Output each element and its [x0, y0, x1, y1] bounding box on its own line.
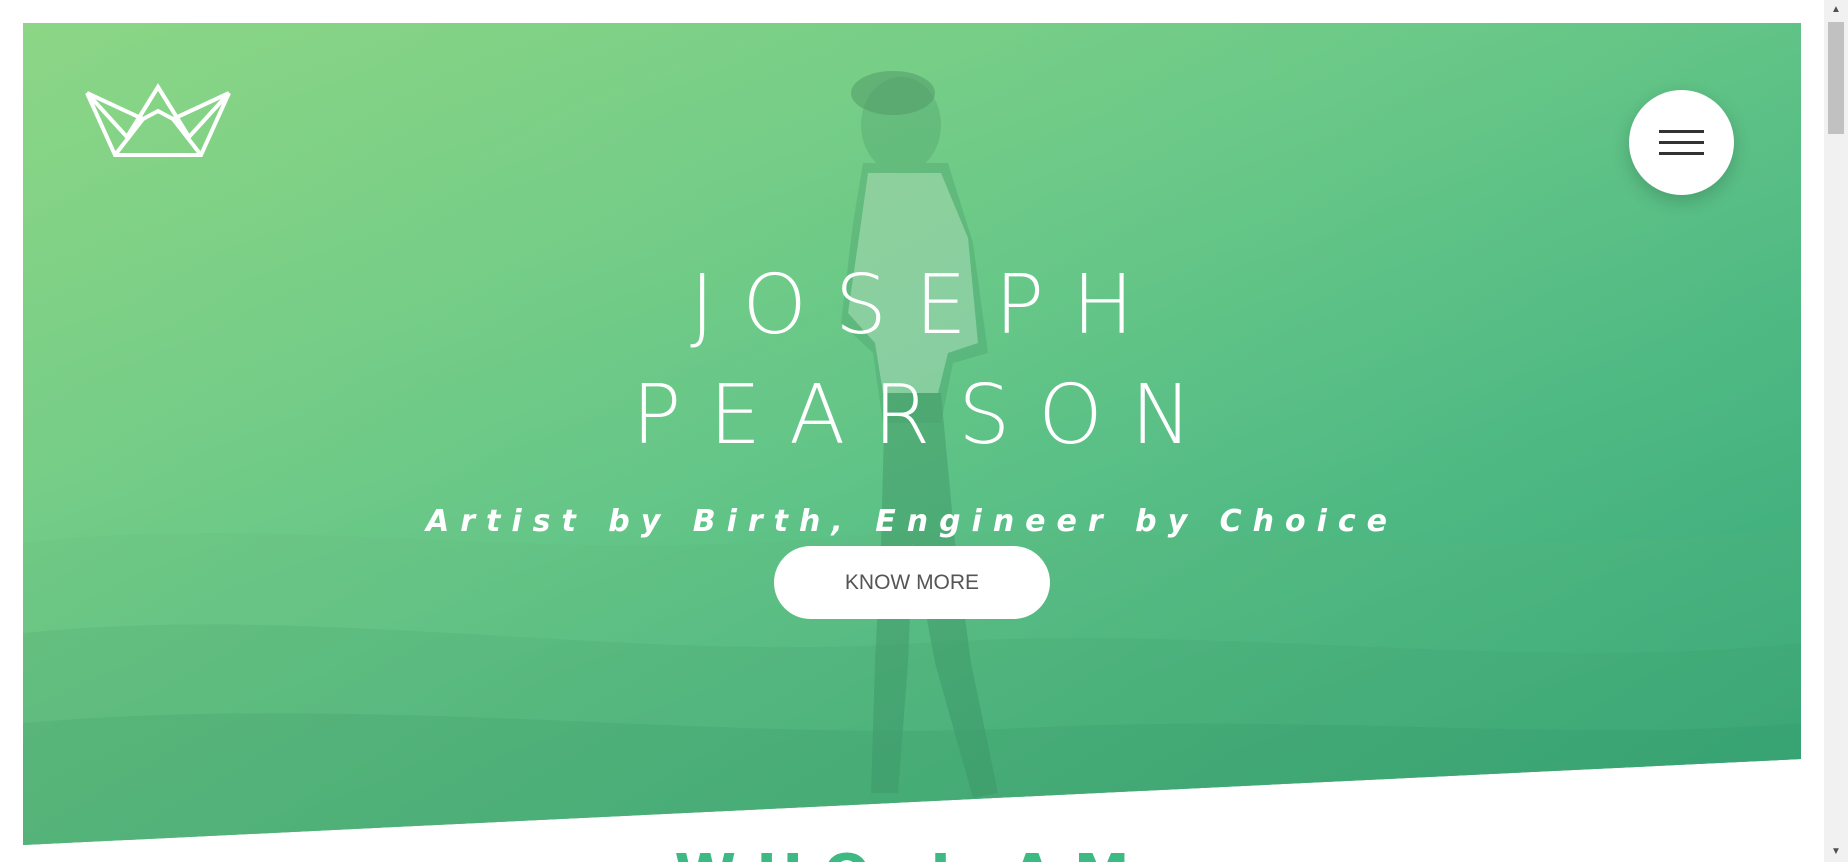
know-more-button[interactable]: KNOW MORE	[774, 546, 1050, 619]
hero-tagline: Artist by Birth, Engineer by Choice	[425, 504, 1398, 539]
scroll-up-arrow-icon[interactable]: ▲	[1824, 0, 1848, 20]
who-i-am-heading: WHO I AM	[0, 848, 1824, 862]
page-scrollbar[interactable]: ▲ ▼	[1824, 0, 1848, 862]
crown-logo-icon[interactable]	[83, 83, 233, 163]
scrollbar-thumb[interactable]	[1828, 22, 1844, 134]
menu-button[interactable]	[1629, 90, 1734, 195]
hamburger-icon-line	[1659, 152, 1704, 155]
hamburger-icon-line	[1659, 141, 1704, 144]
hero-first-name: JOSEPH	[690, 258, 1162, 353]
page: JOSEPH PEARSON Artist by Birth, Engineer…	[0, 0, 1848, 862]
scroll-down-arrow-icon[interactable]: ▼	[1824, 842, 1848, 862]
hero-section: JOSEPH PEARSON Artist by Birth, Engineer…	[23, 23, 1801, 845]
hero-last-name: PEARSON	[631, 368, 1221, 463]
hamburger-icon	[1659, 130, 1704, 133]
